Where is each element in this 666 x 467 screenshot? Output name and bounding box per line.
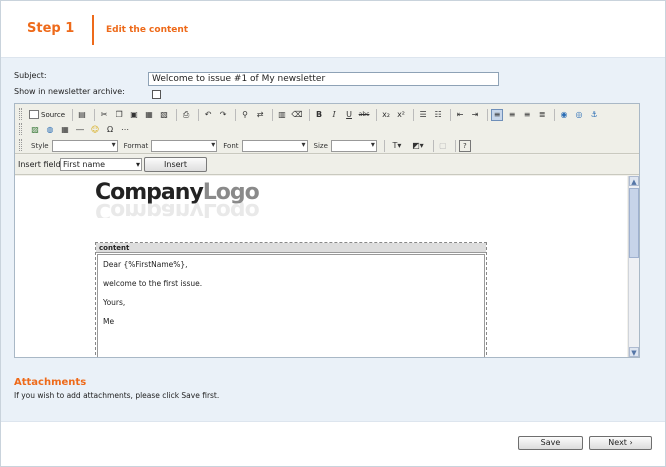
step-title: Edit the content xyxy=(106,25,189,35)
paste-text-icon[interactable]: ▦ xyxy=(143,109,155,121)
toolbar-grip-3[interactable] xyxy=(19,139,22,151)
redo-icon[interactable]: ↷ xyxy=(217,109,229,121)
editor-document[interactable]: CompanyLogo CompanyLogo content Dear {%F… xyxy=(15,176,627,357)
font-label: Font xyxy=(223,141,239,150)
underline-icon[interactable]: U xyxy=(343,109,355,121)
align-left-icon[interactable]: ≡ xyxy=(491,108,504,121)
print-icon[interactable]: ⎙ xyxy=(180,109,192,121)
bg-color-icon[interactable]: ◩▾ xyxy=(409,140,427,152)
smiley-icon[interactable]: ☺ xyxy=(89,124,101,136)
anchor-icon[interactable]: ⚓ xyxy=(588,109,600,121)
style-select[interactable] xyxy=(51,139,118,152)
logo-reflection: CompanyLogo xyxy=(95,202,259,218)
numbered-list-icon[interactable]: ☰ xyxy=(417,109,429,121)
undo-icon[interactable]: ↶ xyxy=(202,109,214,121)
scroll-down-icon[interactable]: ▼ xyxy=(629,347,639,357)
rich-text-editor: Source ▤ ✂ ❐ ▣ ▦ ▧ ⎙ ↶ ↷ ⚲ ⇄ ▥ ⌫ B I U a… xyxy=(14,103,640,358)
toolbar-row-2: ▨ ◍ ▦ ― ☺ Ω ⋯ xyxy=(29,122,134,137)
body-line: Yours, xyxy=(103,298,126,307)
step-divider xyxy=(92,15,94,45)
link-icon[interactable]: ◉ xyxy=(558,109,570,121)
editor-toolbar: Source ▤ ✂ ❐ ▣ ▦ ▧ ⎙ ↶ ↷ ⚲ ⇄ ▥ ⌫ B I U a… xyxy=(15,104,639,154)
source-button[interactable]: Source xyxy=(29,110,65,119)
table-icon[interactable]: ▦ xyxy=(59,124,71,136)
next-button[interactable]: Next › xyxy=(589,436,652,450)
remove-format-icon[interactable]: ⌫ xyxy=(291,109,303,121)
style-label: Style xyxy=(31,141,49,150)
body-line: Me xyxy=(103,317,115,326)
unlink-icon[interactable]: ◎ xyxy=(573,109,585,121)
align-center-icon[interactable]: ≡ xyxy=(506,109,518,121)
scroll-thumb[interactable] xyxy=(629,188,639,258)
body-line: Dear {%FirstName%}, xyxy=(103,260,188,269)
find-icon[interactable]: ⚲ xyxy=(239,109,251,121)
content-region-body[interactable]: Dear {%FirstName%}, welcome to the first… xyxy=(97,254,485,357)
strikethrough-icon[interactable]: abc xyxy=(358,109,370,121)
attachments-note: If you wish to add attachments, please c… xyxy=(14,391,220,400)
wizard-footer: Save Next › xyxy=(1,421,665,466)
flash-icon[interactable]: ◍ xyxy=(44,124,56,136)
font-select[interactable] xyxy=(241,139,308,152)
attachments-title: Attachments xyxy=(14,377,87,388)
superscript-icon[interactable]: x² xyxy=(395,109,407,121)
archive-checkbox[interactable] xyxy=(152,90,161,99)
size-select[interactable] xyxy=(330,139,377,152)
insert-field-select[interactable]: First name xyxy=(60,158,142,171)
outdent-icon[interactable]: ⇤ xyxy=(454,109,466,121)
toolbar-grip[interactable] xyxy=(19,108,22,120)
indent-icon[interactable]: ⇥ xyxy=(469,109,481,121)
size-label: Size xyxy=(313,141,328,150)
wizard-header: Step 1 Edit the content xyxy=(1,1,665,57)
save-button[interactable]: Save xyxy=(518,436,583,450)
toolbar-row-3: Style Format Font Size T▾ ◩▾ ▢ ? xyxy=(29,138,474,153)
body-line: welcome to the first issue. xyxy=(103,279,203,288)
toolbar-grip-2[interactable] xyxy=(19,123,22,135)
paste-icon[interactable]: ▣ xyxy=(128,109,140,121)
format-label: Format xyxy=(123,141,149,150)
insert-field-label: Insert field: xyxy=(18,160,64,169)
select-all-icon[interactable]: ▥ xyxy=(276,109,288,121)
italic-icon[interactable]: I xyxy=(328,109,340,121)
horizontal-rule-icon[interactable]: ― xyxy=(74,124,86,136)
bold-icon[interactable]: B xyxy=(313,109,325,121)
content-region-title: content xyxy=(96,243,486,253)
toolbar-row-1: Source ▤ ✂ ❐ ▣ ▦ ▧ ⎙ ↶ ↷ ⚲ ⇄ ▥ ⌫ B I U a… xyxy=(29,107,603,122)
format-select[interactable] xyxy=(151,139,218,152)
subscript-icon[interactable]: x₂ xyxy=(380,109,392,121)
special-char-icon[interactable]: Ω xyxy=(104,124,116,136)
replace-icon[interactable]: ⇄ xyxy=(254,109,266,121)
page-break-icon[interactable]: ⋯ xyxy=(119,124,131,136)
align-right-icon[interactable]: ≡ xyxy=(521,109,533,121)
insert-button[interactable]: Insert xyxy=(144,157,207,172)
copy-icon[interactable]: ❐ xyxy=(113,109,125,121)
subject-input[interactable]: Welcome to issue #1 of My newsletter xyxy=(148,72,499,86)
justify-icon[interactable]: ≣ xyxy=(536,109,548,121)
editor-scrollbar[interactable]: ▲ ▼ xyxy=(628,176,639,357)
cut-icon[interactable]: ✂ xyxy=(98,109,110,121)
content-region[interactable]: content Dear {%FirstName%}, welcome to t… xyxy=(95,242,487,357)
insert-field-bar: Insert field: First name Insert xyxy=(15,155,639,175)
text-color-icon[interactable]: T▾ xyxy=(388,140,406,152)
preview-icon[interactable]: ▤ xyxy=(76,109,88,121)
source-icon xyxy=(29,110,39,119)
image-icon[interactable]: ▨ xyxy=(29,124,41,136)
archive-label: Show in newsletter archive: xyxy=(14,87,125,96)
scroll-up-icon[interactable]: ▲ xyxy=(629,176,639,186)
step-label: Step 1 xyxy=(27,21,75,36)
bulleted-list-icon[interactable]: ☷ xyxy=(432,109,444,121)
subject-label: Subject: xyxy=(14,71,47,80)
about-icon[interactable]: ? xyxy=(458,139,471,152)
paste-word-icon[interactable]: ▧ xyxy=(158,109,170,121)
maximize-icon[interactable]: ▢ xyxy=(437,140,449,152)
